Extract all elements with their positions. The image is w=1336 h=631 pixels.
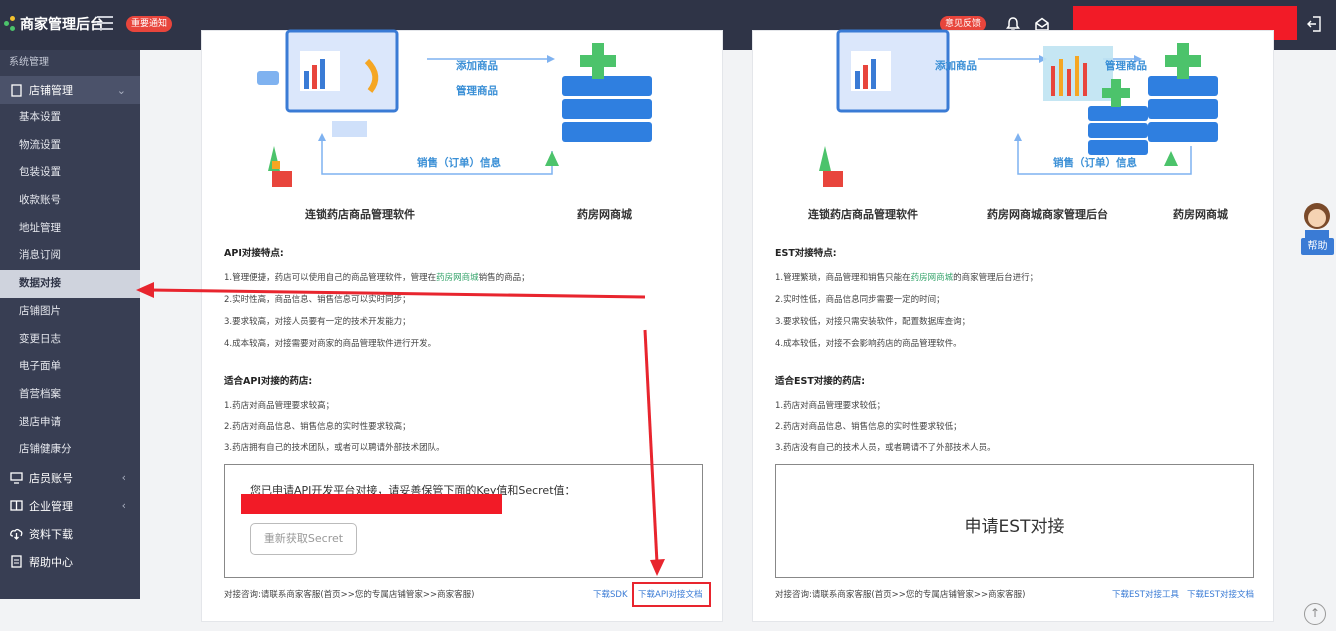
- apply-est-button[interactable]: 申请EST对接: [776, 512, 1253, 537]
- api-key-box: 您已申请API开发平台对接，请妥善保管下面的Key值和Secret值： 重新获取…: [224, 464, 703, 578]
- suitable-line: 2.药店对商品信息、销售信息的实时性要求较低；: [775, 422, 962, 432]
- sidebar-item-packaging[interactable]: 包装设置: [0, 159, 140, 187]
- download-sdk-link[interactable]: 下载SDK: [593, 588, 628, 600]
- suitable-line: 3.药店拥有自己的技术团队，或者可以聘请外部技术团队。: [224, 443, 445, 453]
- monitor-icon: [10, 472, 23, 485]
- feature-line: 3.要求较低，对接只需安装软件，配置数据库查询；: [775, 317, 971, 327]
- sidebar-item-data-integration[interactable]: 数据对接: [0, 270, 140, 298]
- mall-label: 药房网商城: [577, 208, 632, 221]
- flow-sales-label: 销售（订单）信息: [1053, 157, 1137, 169]
- est-integration-panel: 添加商品 管理商品 销售（订单）信息 连锁药店商品管理软件 药房网商城商家管理后…: [752, 29, 1274, 622]
- download-est-doc-link[interactable]: 下载EST对接文档: [1187, 588, 1254, 600]
- sidebar-item-close-store[interactable]: 退店申请: [0, 409, 140, 437]
- sidebar-item-basic-settings[interactable]: 基本设置: [0, 104, 140, 132]
- flow-manage-label: 管理商品: [456, 85, 498, 97]
- important-notice-badge[interactable]: 重要通知: [126, 16, 173, 32]
- sidebar: 系统管理 店铺管理 ⌄ 基本设置 物流设置 包装设置 收款账号 地址管理 消息订…: [0, 50, 140, 599]
- logo-icon: [4, 16, 16, 32]
- back-to-top-icon[interactable]: ↑: [1304, 603, 1326, 625]
- suitable-line: 2.药店对商品信息、销售信息的实时性要求较高；: [224, 422, 411, 432]
- sidebar-group-store[interactable]: 店铺管理 ⌄: [0, 76, 140, 104]
- download-est-tool-link[interactable]: 下载EST对接工具: [1112, 588, 1179, 600]
- sidebar-item-store-health[interactable]: 店铺健康分: [0, 436, 140, 464]
- feature-line: 4.成本较低，对接不会影响药店的商品管理软件。: [775, 339, 962, 349]
- api-integration-panel: 添加商品 管理商品 销售（订单）信息 连锁药店商品管理软件 药房网商城 API对…: [201, 29, 723, 622]
- sidebar-item-e-waybill[interactable]: 电子面单: [0, 353, 140, 381]
- sidebar-item-message-subscription[interactable]: 消息订阅: [0, 242, 140, 270]
- sidebar-section-title: 系统管理: [9, 57, 49, 68]
- features-title: API对接特点:: [224, 248, 284, 259]
- feature-line: 1.管理繁琐，商品管理和销售只能在药房网商城的商家管理后台进行；: [775, 273, 1039, 283]
- sidebar-item-address[interactable]: 地址管理: [0, 215, 140, 243]
- apply-est-box[interactable]: 申请EST对接: [775, 464, 1254, 578]
- features-title: EST对接特点:: [775, 248, 837, 259]
- suitable-line: 1.药店对商品管理要求较高；: [224, 401, 335, 411]
- app-title: 商家管理后台: [20, 17, 104, 33]
- contact-note: 对接咨询:请联系商家客服(首页>>您的专属店铺管家>>商家客服): [224, 590, 475, 600]
- backend-label: 药房网商城商家管理后台: [987, 208, 1108, 221]
- book-icon: [10, 500, 23, 512]
- sidebar-item-store-images[interactable]: 店铺图片: [0, 298, 140, 326]
- software-label: 连锁药店商品管理软件: [808, 208, 918, 221]
- highlight-box-api-doc: [632, 582, 711, 607]
- sidebar-item-payment-account[interactable]: 收款账号: [0, 187, 140, 215]
- document-icon: [11, 555, 22, 569]
- software-label: 连锁药店商品管理软件: [305, 208, 415, 221]
- sidebar-group-help[interactable]: 帮助中心: [0, 548, 140, 576]
- sidebar-item-logistics[interactable]: 物流设置: [0, 132, 140, 160]
- suitable-title: 适合EST对接的药店:: [775, 376, 866, 387]
- flow-sales-label: 销售（订单）信息: [417, 157, 501, 169]
- feature-line: 4.成本较高，对接需要对商家的商品管理软件进行开发。: [224, 339, 437, 349]
- flow-add-label: 添加商品: [935, 60, 977, 72]
- mall-label: 药房网商城: [1173, 208, 1228, 221]
- chevron-down-icon: ⌄: [116, 83, 126, 97]
- suitable-line: 3.药店没有自己的技术人员，或者聘请不了外部技术人员。: [775, 443, 996, 453]
- flow-manage-label: 管理商品: [1105, 60, 1147, 72]
- sidebar-group-downloads[interactable]: 资料下载: [0, 520, 140, 548]
- suitable-line: 1.药店对商品管理要求较低；: [775, 401, 886, 411]
- feature-line: 1.管理便捷，药店可以使用自己的商品管理软件，管理在药房网商城销售的商品；: [224, 273, 530, 283]
- sidebar-group-label: 帮助中心: [29, 555, 73, 569]
- hamburger-menu-icon[interactable]: [97, 16, 113, 30]
- sidebar-item-change-log[interactable]: 变更日志: [0, 326, 140, 354]
- sidebar-group-label: 资料下载: [29, 527, 73, 541]
- est-flow-diagram: [819, 29, 1218, 187]
- chevron-left-icon: ‹: [121, 499, 126, 513]
- redacted-key: [241, 494, 502, 514]
- sidebar-group-staff[interactable]: 店员账号 ‹: [0, 464, 140, 492]
- regenerate-secret-button[interactable]: 重新获取Secret: [250, 523, 357, 555]
- logout-icon[interactable]: [1306, 15, 1322, 33]
- chevron-left-icon: ‹: [121, 471, 126, 485]
- sidebar-group-label: 店员账号: [29, 471, 73, 485]
- feature-line: 3.要求较高，对接人员要有一定的技术开发能力；: [224, 317, 411, 327]
- brand[interactable]: 商家管理后台: [4, 14, 104, 34]
- sidebar-group-label: 店铺管理: [29, 84, 73, 97]
- store-icon: [11, 83, 22, 97]
- feature-line: 2.实时性高，商品信息、销售信息可以实时同步；: [224, 295, 411, 305]
- feature-line: 2.实时性低，商品信息同步需要一定的时间；: [775, 295, 945, 305]
- flow-add-label: 添加商品: [456, 60, 498, 72]
- cloud-download-icon: [10, 529, 23, 541]
- sidebar-group-enterprise[interactable]: 企业管理 ‹: [0, 492, 140, 520]
- suitable-title: 适合API对接的药店:: [224, 376, 313, 387]
- contact-note: 对接咨询:请联系商家客服(首页>>您的专属店铺管家>>商家客服): [775, 590, 1026, 600]
- sidebar-item-first-archive[interactable]: 首营档案: [0, 381, 140, 409]
- help-button[interactable]: 帮助: [1301, 238, 1334, 255]
- sidebar-group-label: 企业管理: [29, 499, 73, 513]
